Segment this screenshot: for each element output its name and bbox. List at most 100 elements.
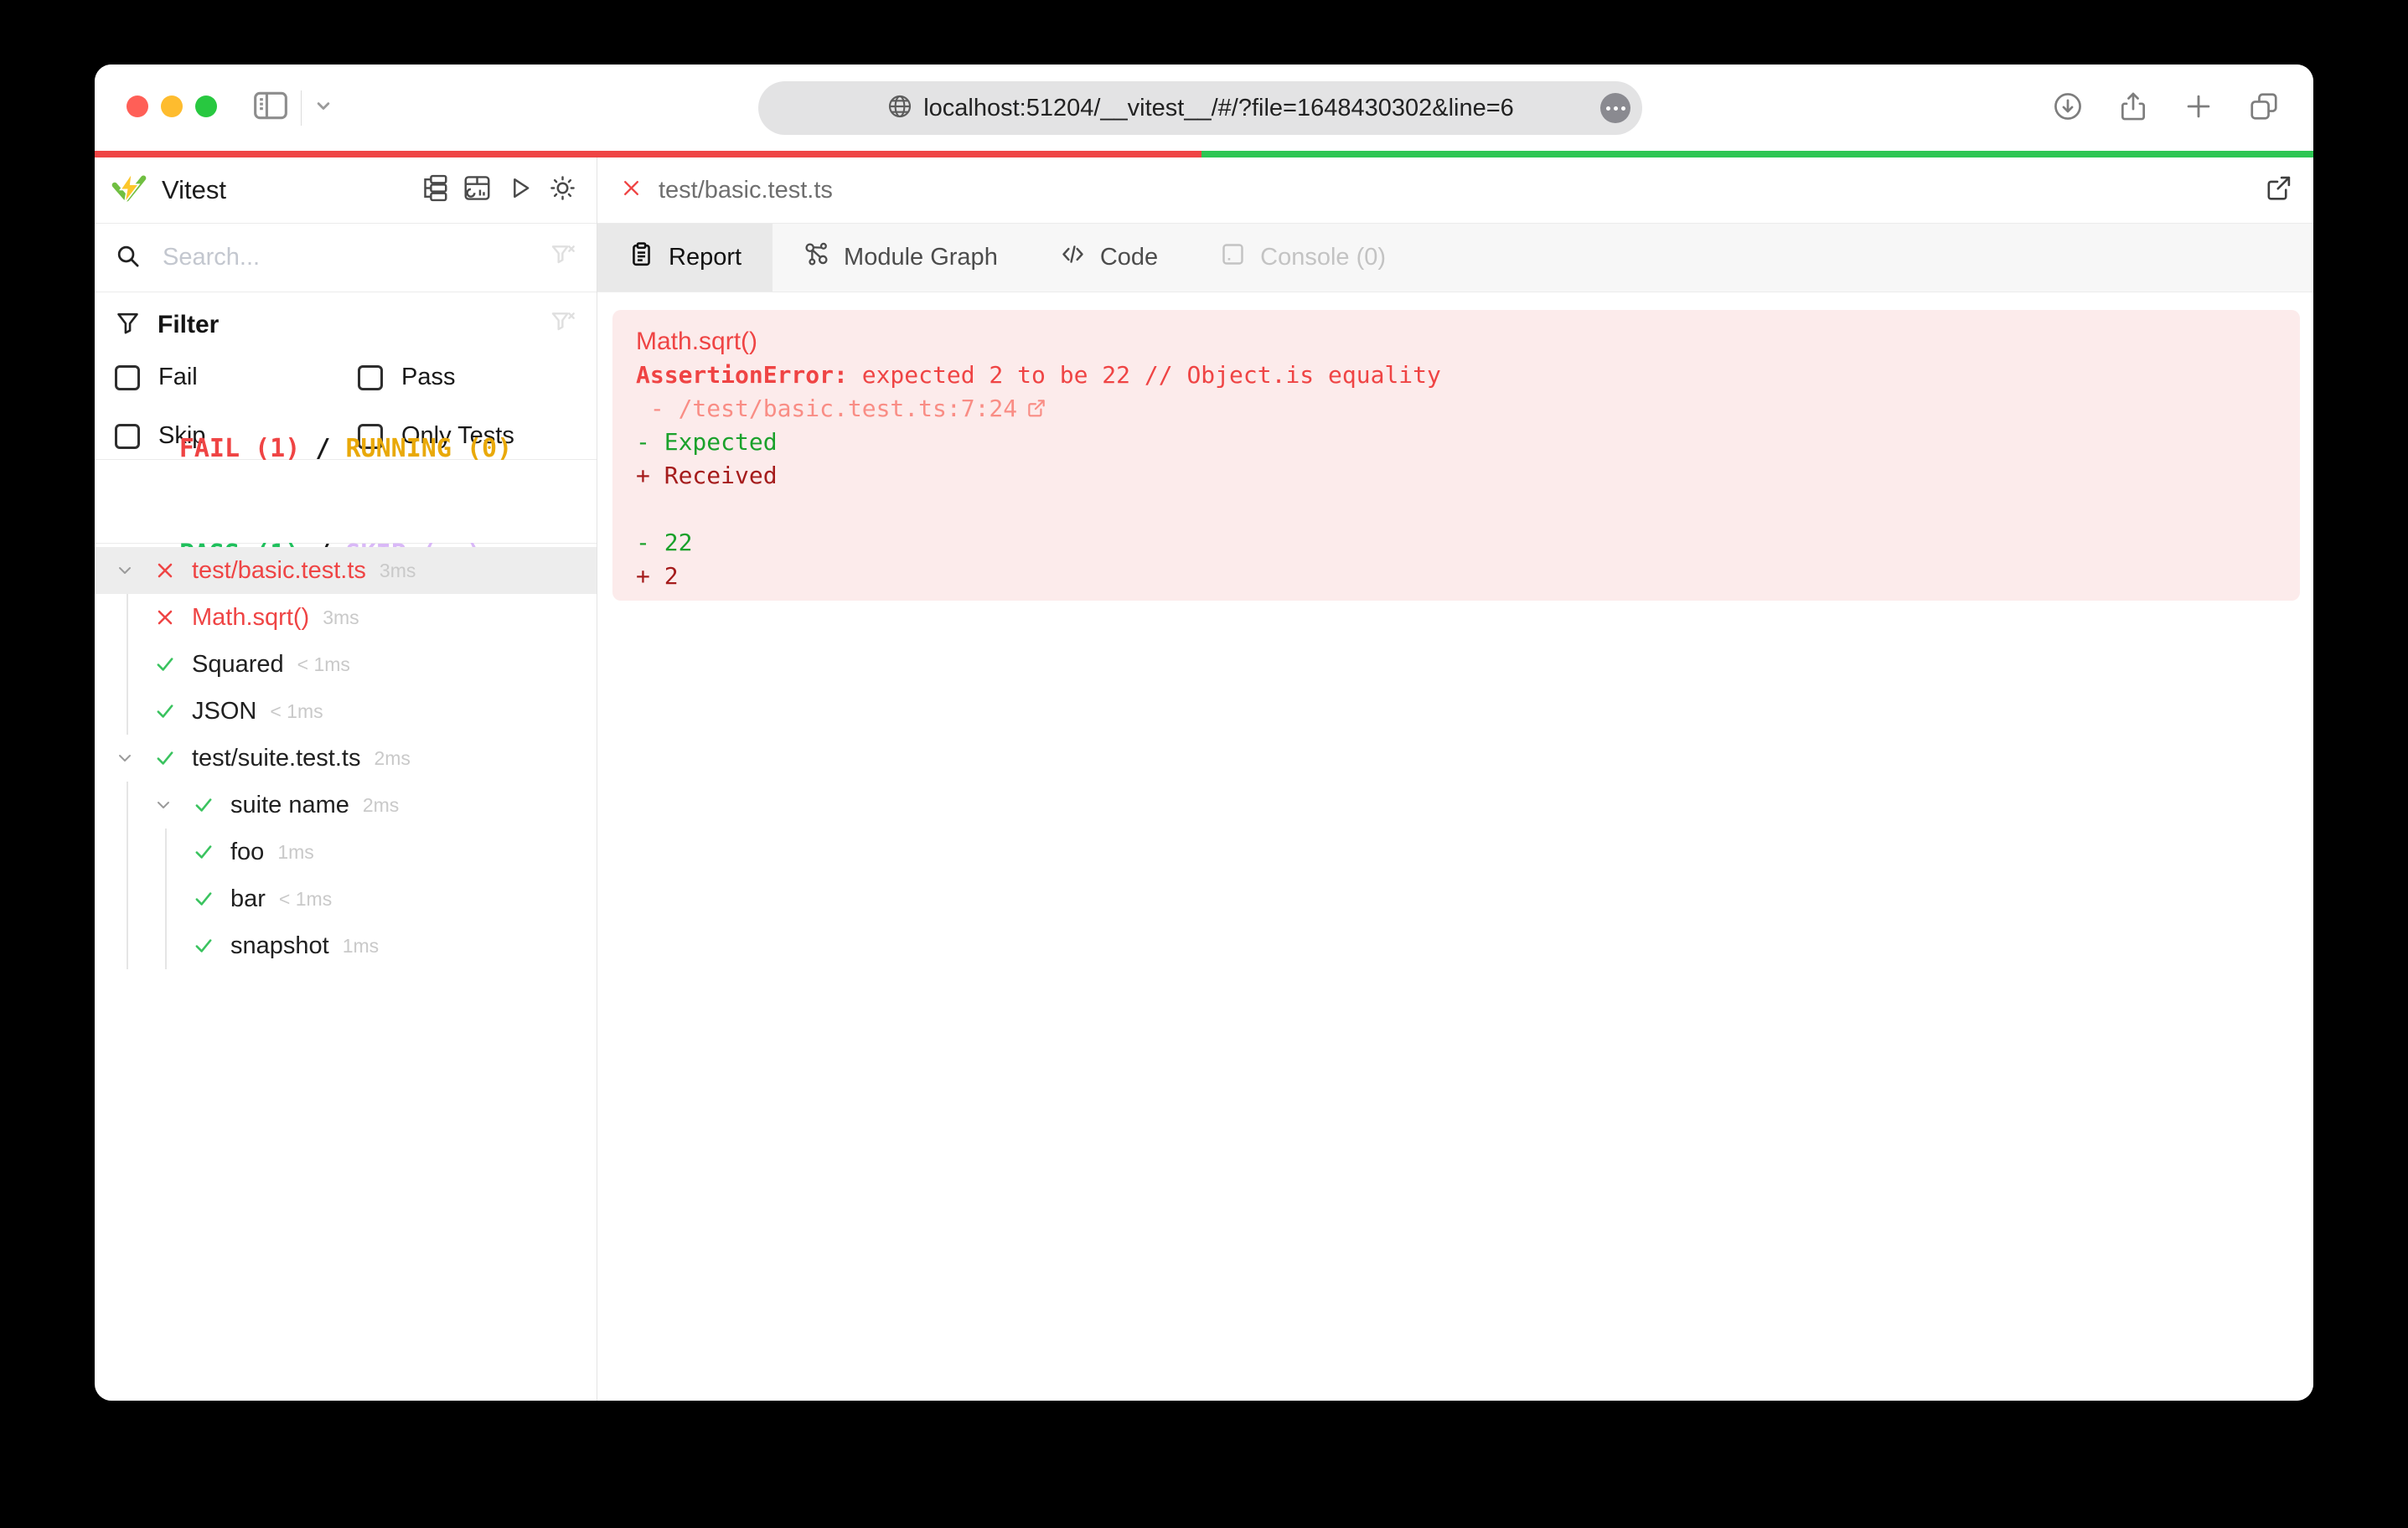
checkbox[interactable] bbox=[115, 423, 140, 449]
check-icon bbox=[153, 746, 192, 770]
tree-item-duration: 2ms bbox=[374, 746, 411, 769]
clear-search-filter-icon[interactable] bbox=[550, 242, 576, 273]
tree-guide-line bbox=[127, 594, 128, 735]
main-panel: test/basic.test.ts Report Module Graph C… bbox=[597, 157, 2313, 1401]
diff-received-value: + 2 bbox=[636, 562, 679, 590]
tree-item-snapshot[interactable]: snapshot 1ms bbox=[95, 922, 597, 969]
vitest-logo-icon bbox=[111, 170, 147, 211]
tree-item-label: foo bbox=[230, 838, 265, 865]
downloads-icon[interactable] bbox=[2052, 90, 2084, 122]
search-input[interactable] bbox=[163, 244, 550, 271]
tree-item-foo[interactable]: foo 1ms bbox=[95, 829, 597, 875]
url-bar[interactable]: localhost:51204/__vitest__/#/?file=16484… bbox=[758, 81, 1642, 135]
tree-item-duration: < 1ms bbox=[270, 699, 323, 722]
open-in-editor-icon[interactable] bbox=[2264, 173, 2293, 207]
dashboard-icon[interactable] bbox=[463, 174, 491, 206]
open-file-tab: test/basic.test.ts bbox=[597, 157, 2313, 224]
diff-expected-label: - Expected bbox=[636, 428, 778, 456]
tree-item-label: JSON bbox=[192, 697, 257, 725]
tree-view-icon[interactable] bbox=[421, 174, 448, 206]
tab-module-graph[interactable]: Module Graph bbox=[773, 224, 1029, 292]
search-icon bbox=[115, 243, 141, 273]
tree-item-duration: 1ms bbox=[342, 934, 380, 957]
tree-item-label: snapshot bbox=[230, 932, 329, 959]
tree-item-json[interactable]: JSON < 1ms bbox=[95, 688, 597, 735]
tab-code[interactable]: Code bbox=[1029, 224, 1189, 292]
tab-report[interactable]: Report bbox=[597, 224, 773, 292]
chevron-down-icon[interactable] bbox=[153, 795, 192, 815]
fail-icon bbox=[153, 606, 192, 629]
tab-label: Console (0) bbox=[1260, 244, 1387, 271]
tree-item-label: test/basic.test.ts bbox=[192, 556, 366, 584]
assertion-error-line: AssertionError: expected 2 to be 22 // O… bbox=[636, 361, 1441, 389]
tree-item-basic-test-file[interactable]: test/basic.test.ts 3ms bbox=[95, 547, 597, 594]
tree-item-math-sqrt[interactable]: Math.sqrt() 3ms bbox=[95, 594, 597, 641]
tree-guide-line bbox=[165, 829, 167, 969]
external-link-icon bbox=[1028, 400, 1045, 417]
sidebar-header: Vitest bbox=[95, 157, 597, 224]
summary-line-1: FAIL (1) / RUNNING (0) bbox=[178, 433, 513, 463]
tree-item-label: suite name bbox=[230, 791, 349, 818]
globe-icon bbox=[886, 93, 913, 124]
url-text: localhost:51204/__vitest__/#/?file=16484… bbox=[923, 94, 1514, 121]
theme-toggle-icon[interactable] bbox=[549, 174, 576, 206]
share-icon[interactable] bbox=[2117, 90, 2149, 122]
tree-item-duration: 2ms bbox=[362, 793, 400, 816]
tree-item-duration: 3ms bbox=[379, 559, 416, 581]
check-icon bbox=[192, 887, 230, 911]
sidebar-toggle-icon[interactable] bbox=[252, 90, 289, 126]
test-tree: test/basic.test.ts 3ms Math.sqrt() 3ms S… bbox=[95, 544, 597, 1401]
view-tabs: Report Module Graph Code Console (0) bbox=[597, 224, 2313, 292]
tree-guide-line bbox=[127, 782, 128, 969]
clear-filters-icon[interactable] bbox=[550, 309, 576, 340]
open-file-name: test/basic.test.ts bbox=[659, 176, 833, 204]
tree-item-bar[interactable]: bar < 1ms bbox=[95, 875, 597, 922]
test-progress-bar bbox=[95, 151, 2313, 157]
check-icon bbox=[192, 840, 230, 864]
error-panel: Math.sqrt() AssertionError: expected 2 t… bbox=[612, 310, 2300, 601]
check-icon bbox=[192, 934, 230, 958]
tab-label: Module Graph bbox=[844, 244, 998, 271]
diff-blank-line bbox=[636, 493, 2300, 526]
browser-toolbar: localhost:51204/__vitest__/#/?file=16484… bbox=[95, 65, 2313, 151]
check-icon bbox=[153, 699, 192, 723]
diff-received-label: + Received bbox=[636, 462, 778, 489]
module-graph-icon bbox=[804, 241, 829, 274]
tab-console[interactable]: Console (0) bbox=[1189, 224, 1417, 292]
new-tab-icon[interactable] bbox=[2183, 90, 2214, 122]
tree-item-label: test/suite.test.ts bbox=[192, 744, 361, 772]
report-content: Math.sqrt() AssertionError: expected 2 t… bbox=[597, 292, 2313, 1401]
close-window-button[interactable] bbox=[127, 96, 148, 117]
tree-item-duration: < 1ms bbox=[278, 887, 333, 910]
run-all-icon[interactable] bbox=[506, 174, 534, 206]
tab-label: Code bbox=[1099, 244, 1159, 271]
test-summary: FAIL (1) / RUNNING (0) PASS (1) / SKIP (… bbox=[95, 434, 597, 569]
chevron-down-icon[interactable] bbox=[115, 748, 153, 768]
fail-icon bbox=[153, 559, 192, 582]
minimize-window-button[interactable] bbox=[161, 96, 183, 117]
tree-item-label: Squared bbox=[192, 650, 284, 678]
close-file-icon[interactable] bbox=[620, 177, 643, 204]
browser-window: localhost:51204/__vitest__/#/?file=16484… bbox=[95, 65, 2313, 1401]
stack-trace-link[interactable]: - /test/basic.test.ts:7:24 bbox=[636, 392, 2300, 426]
code-icon bbox=[1060, 241, 1086, 274]
chevron-down-icon[interactable] bbox=[312, 94, 335, 121]
tab-overview-icon[interactable] bbox=[2248, 90, 2280, 122]
checkbox[interactable] bbox=[115, 364, 140, 390]
tree-item-label: bar bbox=[230, 885, 266, 912]
tree-item-suite-test-file[interactable]: test/suite.test.ts 2ms bbox=[95, 735, 597, 782]
toolbar-divider bbox=[301, 90, 302, 126]
console-icon bbox=[1220, 241, 1246, 274]
zoom-window-button[interactable] bbox=[195, 96, 217, 117]
check-icon bbox=[153, 653, 192, 676]
tree-item-duration: 1ms bbox=[277, 840, 314, 863]
tree-item-suite-name[interactable]: suite name 2ms bbox=[95, 782, 597, 829]
tree-item-label: Math.sqrt() bbox=[192, 603, 310, 631]
chevron-down-icon[interactable] bbox=[115, 560, 153, 581]
filter-funnel-icon bbox=[115, 310, 141, 340]
progress-pass-segment bbox=[1201, 151, 2313, 157]
filter-title: Filter bbox=[158, 310, 220, 338]
tree-item-squared[interactable]: Squared < 1ms bbox=[95, 641, 597, 688]
progress-fail-segment bbox=[95, 151, 1202, 157]
page-settings-button[interactable] bbox=[1600, 93, 1630, 123]
